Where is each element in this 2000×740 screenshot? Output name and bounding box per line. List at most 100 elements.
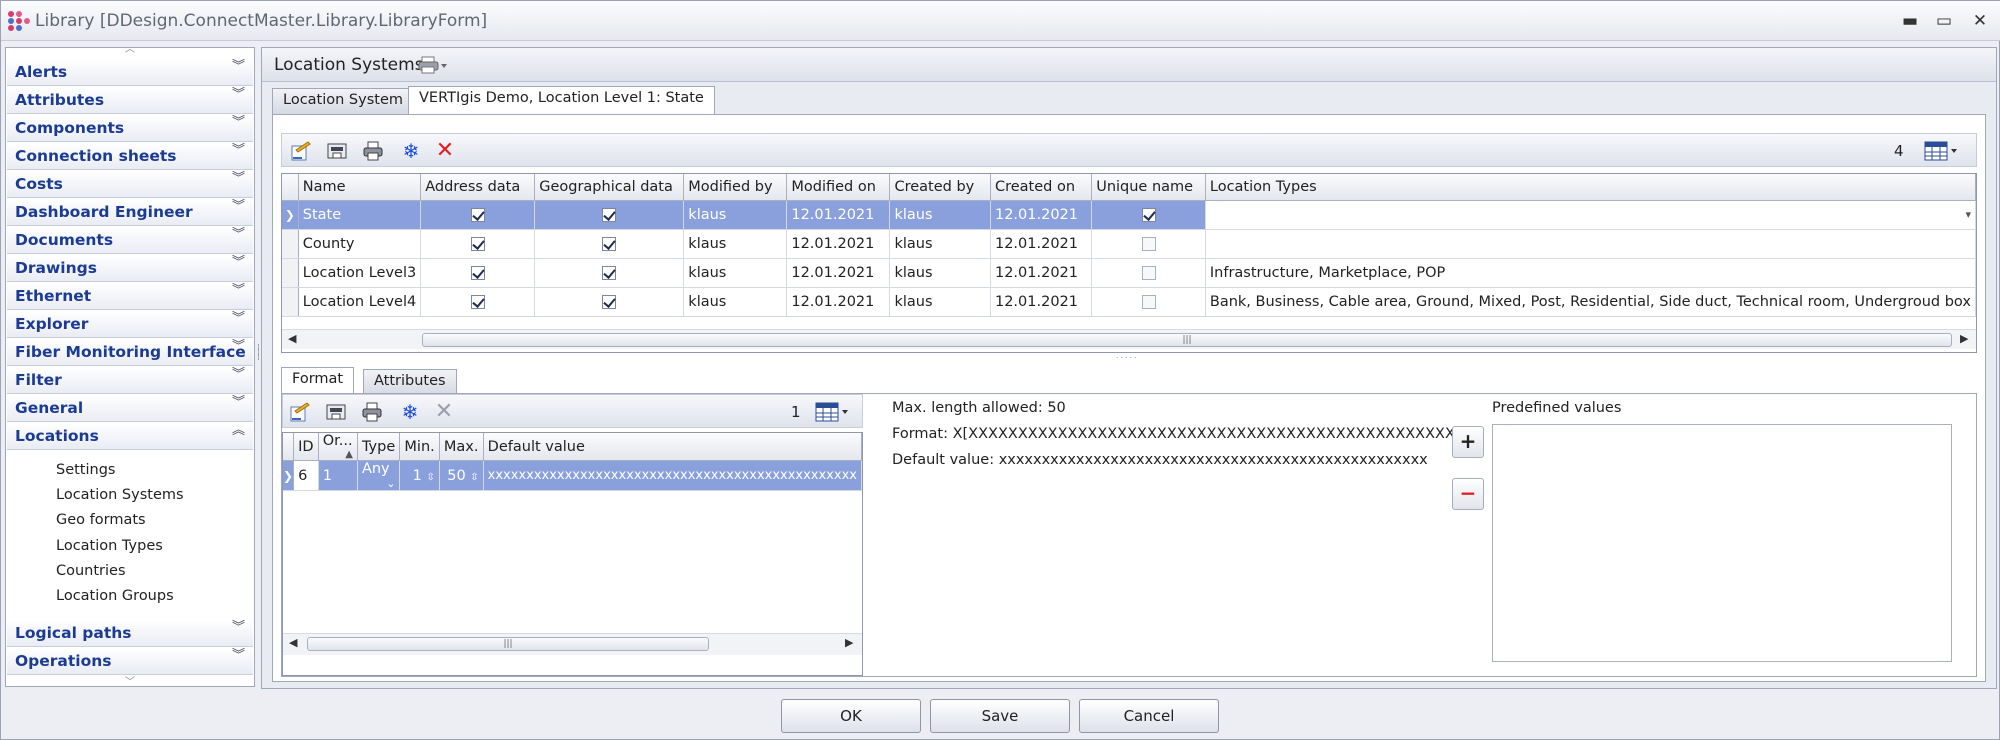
cell-name[interactable]: County xyxy=(298,229,422,259)
address-data-checkbox[interactable] xyxy=(470,236,485,251)
delete-icon[interactable]: ✕ xyxy=(434,140,456,162)
scroll-right-icon[interactable]: ▶ xyxy=(845,636,853,649)
printer-icon[interactable] xyxy=(418,56,448,74)
sidebar-item-geo-formats[interactable]: Geo formats xyxy=(56,512,146,528)
scroll-up-icon[interactable]: ︿ xyxy=(118,45,142,55)
column-chooser-icon[interactable] xyxy=(813,400,851,424)
cell-name[interactable]: Location Level3 xyxy=(298,258,422,288)
sidebar-group-documents[interactable]: Documents ︾ xyxy=(7,227,253,254)
sidebar-group-locations[interactable]: Locations ︽ xyxy=(7,423,253,450)
column-header-created-by[interactable]: Created by xyxy=(889,174,991,201)
spinner-icon[interactable]: ⇳ xyxy=(470,472,478,483)
cell-max[interactable]: 50 ⇳ xyxy=(439,460,484,491)
sidebar-item-settings[interactable]: Settings xyxy=(56,462,115,478)
column-header-modified-on[interactable]: Modified on xyxy=(786,174,891,201)
save-button[interactable]: Save xyxy=(930,699,1070,733)
cancel-button[interactable]: Cancel xyxy=(1079,699,1219,733)
tab-format[interactable]: Format xyxy=(281,367,355,395)
new-snowflake-icon[interactable]: ❄ xyxy=(399,401,421,423)
scrollbar-thumb[interactable]: ||| xyxy=(307,637,709,651)
predefined-values-list[interactable] xyxy=(1492,424,1952,662)
horizontal-splitter[interactable]: ˙˙˙˙˙ xyxy=(1115,357,1138,367)
scroll-left-icon[interactable]: ◀ xyxy=(288,332,296,345)
column-header-min[interactable]: Min. xyxy=(399,433,440,461)
print-icon[interactable] xyxy=(361,401,383,423)
sidebar-group-dashboard-engineer[interactable]: Dashboard Engineer ︾ xyxy=(7,199,253,226)
save-layout-icon[interactable] xyxy=(325,401,347,423)
format-horizontal-scrollbar[interactable]: ◀ ||| ▶ xyxy=(283,633,862,655)
sidebar-group-attributes[interactable]: Attributes ︾ xyxy=(7,87,253,114)
cell-name[interactable]: Location Level4 xyxy=(298,287,422,317)
ok-button[interactable]: OK xyxy=(781,699,921,733)
geographical-data-checkbox[interactable] xyxy=(602,265,617,280)
column-header-unique-name[interactable]: Unique name xyxy=(1091,174,1206,201)
scroll-left-icon[interactable]: ◀ xyxy=(289,636,297,649)
location-types-dropdown[interactable]: ▾ xyxy=(1205,200,1977,230)
address-data-checkbox[interactable] xyxy=(470,265,485,280)
save-layout-icon[interactable] xyxy=(326,140,348,162)
column-header-geographical-data[interactable]: Geographical data xyxy=(534,174,685,201)
spinner-icon[interactable]: ⇳ xyxy=(427,472,435,483)
sidebar-group-components[interactable]: Components ︾ xyxy=(7,115,253,142)
cell-min[interactable]: 1 ⇳ xyxy=(399,460,440,491)
column-chooser-icon[interactable] xyxy=(1922,139,1960,163)
cell-name[interactable]: State xyxy=(298,200,422,230)
column-header-address-data[interactable]: Address data xyxy=(420,174,536,201)
chevron-down-icon[interactable]: ⌄ xyxy=(386,477,395,490)
unique-name-checkbox[interactable] xyxy=(1141,207,1156,222)
column-header-type[interactable]: Type xyxy=(357,433,401,461)
sidebar-group-alerts[interactable]: Alerts ︾ xyxy=(7,59,253,86)
table-row[interactable]: ❯ State klaus 12.01.2021 klaus 12.01.202… xyxy=(282,200,1977,230)
column-header-name[interactable]: Name xyxy=(298,174,422,201)
sidebar-group-drawings[interactable]: Drawings ︾ xyxy=(7,255,253,282)
unique-name-checkbox[interactable] xyxy=(1141,265,1156,280)
tab-location-level-state[interactable]: VERTIgis Demo, Location Level 1: State xyxy=(408,86,715,114)
scroll-right-icon[interactable]: ▶ xyxy=(1960,332,1968,345)
cell-default-value[interactable]: xxxxxxxxxxxxxxxxxxxxxxxxxxxxxxxxxxxxxxxx… xyxy=(483,460,863,491)
sidebar-item-location-groups[interactable]: Location Groups xyxy=(56,588,174,604)
sidebar-group-explorer[interactable]: Explorer ︾ xyxy=(7,311,253,338)
sidebar-group-logical-paths[interactable]: Logical paths ︾ xyxy=(7,620,253,647)
table-row[interactable]: Location Level4 klaus 12.01.2021 klaus 1… xyxy=(282,287,1977,317)
remove-predefined-button[interactable]: − xyxy=(1452,478,1484,510)
geographical-data-checkbox[interactable] xyxy=(602,294,617,309)
geographical-data-checkbox[interactable] xyxy=(602,207,617,222)
unique-name-checkbox[interactable] xyxy=(1141,236,1156,251)
cell-location-types[interactable] xyxy=(1205,229,1977,259)
cell-location-types[interactable]: Infrastructure, Marketplace, POP xyxy=(1205,258,1977,288)
minimize-button[interactable]: ▬ xyxy=(1897,9,1923,33)
print-icon[interactable] xyxy=(362,140,384,162)
edit-icon[interactable] xyxy=(290,140,312,162)
sidebar-group-filter[interactable]: Filter ︾ xyxy=(7,367,253,394)
column-header-default-value[interactable]: Default value xyxy=(483,433,863,461)
tab-attributes[interactable]: Attributes xyxy=(363,369,457,395)
sidebar-group-ethernet[interactable]: Ethernet ︾ xyxy=(7,283,253,310)
column-header-order[interactable]: Or... ▲ xyxy=(318,433,358,461)
horizontal-scrollbar[interactable]: ◀ ||| ▶ xyxy=(282,329,1976,349)
sidebar-group-general[interactable]: General ︾ xyxy=(7,395,253,422)
close-button[interactable]: ✕ xyxy=(1967,9,1993,33)
sidebar-group-costs[interactable]: Costs ︾ xyxy=(7,171,253,198)
address-data-checkbox[interactable] xyxy=(470,207,485,222)
sidebar-group-connection-sheets[interactable]: Connection sheets ︾ xyxy=(7,143,253,170)
address-data-checkbox[interactable] xyxy=(470,294,485,309)
add-predefined-button[interactable]: + xyxy=(1452,426,1484,458)
edit-icon[interactable] xyxy=(289,401,311,423)
scrollbar-thumb[interactable]: ||| xyxy=(422,333,1952,347)
cell-location-types[interactable]: Bank, Business, Cable area, Ground, Mixe… xyxy=(1205,287,1977,317)
column-header-max[interactable]: Max. xyxy=(439,433,484,461)
geographical-data-checkbox[interactable] xyxy=(602,236,617,251)
tab-location-system[interactable]: Location System xyxy=(272,88,415,114)
cell-type[interactable]: Any ⌄ xyxy=(357,460,401,491)
restore-button[interactable]: ▭ xyxy=(1931,9,1957,33)
sidebar-group-fiber-monitoring-interface[interactable]: Fiber Monitoring Interface ︾ xyxy=(7,339,253,366)
scroll-down-icon[interactable]: ﹀ xyxy=(118,678,142,688)
column-header-location-types[interactable]: Location Types xyxy=(1205,174,1977,201)
new-snowflake-icon[interactable]: ❄ xyxy=(400,140,422,162)
table-row[interactable]: Location Level3 klaus 12.01.2021 klaus 1… xyxy=(282,258,1977,288)
unique-name-checkbox[interactable] xyxy=(1141,294,1156,309)
sidebar-group-operations[interactable]: Operations ︾ xyxy=(7,648,253,675)
column-header-created-on[interactable]: Created on xyxy=(990,174,1093,201)
table-row[interactable]: ❯ 6 1 Any ⌄ 1 ⇳ 50 ⇳ xxxxxxxxxxxxxxxxxxxx… xyxy=(283,460,863,491)
table-row[interactable]: County klaus 12.01.2021 klaus 12.01.2021 xyxy=(282,229,1977,259)
